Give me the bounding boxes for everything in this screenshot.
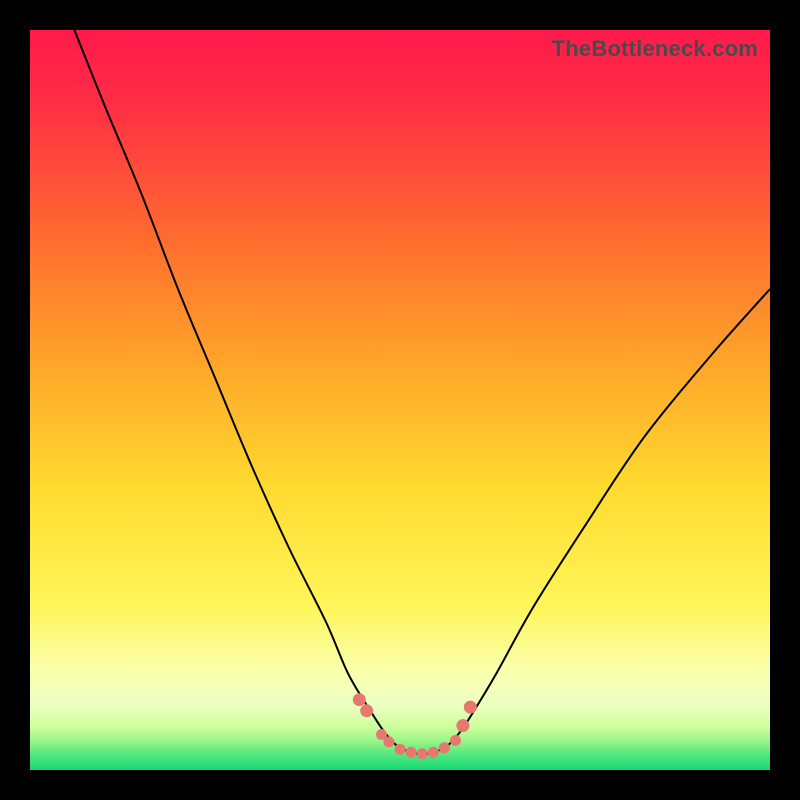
marker-dot: [395, 744, 405, 754]
plot-area: TheBottleneck.com: [30, 30, 770, 770]
curves-layer: [30, 30, 770, 770]
marker-cluster: [353, 694, 476, 759]
chart-frame: TheBottleneck.com: [0, 0, 800, 800]
marker-dot: [464, 701, 476, 713]
marker-dot: [361, 705, 373, 717]
watermark-text: TheBottleneck.com: [552, 36, 758, 62]
marker-dot: [377, 729, 387, 739]
marker-dot: [451, 735, 461, 745]
curve-right-branch: [422, 289, 770, 755]
marker-dot: [457, 720, 469, 732]
marker-dot: [428, 747, 438, 757]
marker-dot: [384, 737, 394, 747]
curve-left-branch: [74, 30, 422, 755]
marker-dot: [353, 694, 365, 706]
marker-dot: [439, 743, 449, 753]
marker-dot: [417, 749, 427, 759]
marker-dot: [406, 747, 416, 757]
